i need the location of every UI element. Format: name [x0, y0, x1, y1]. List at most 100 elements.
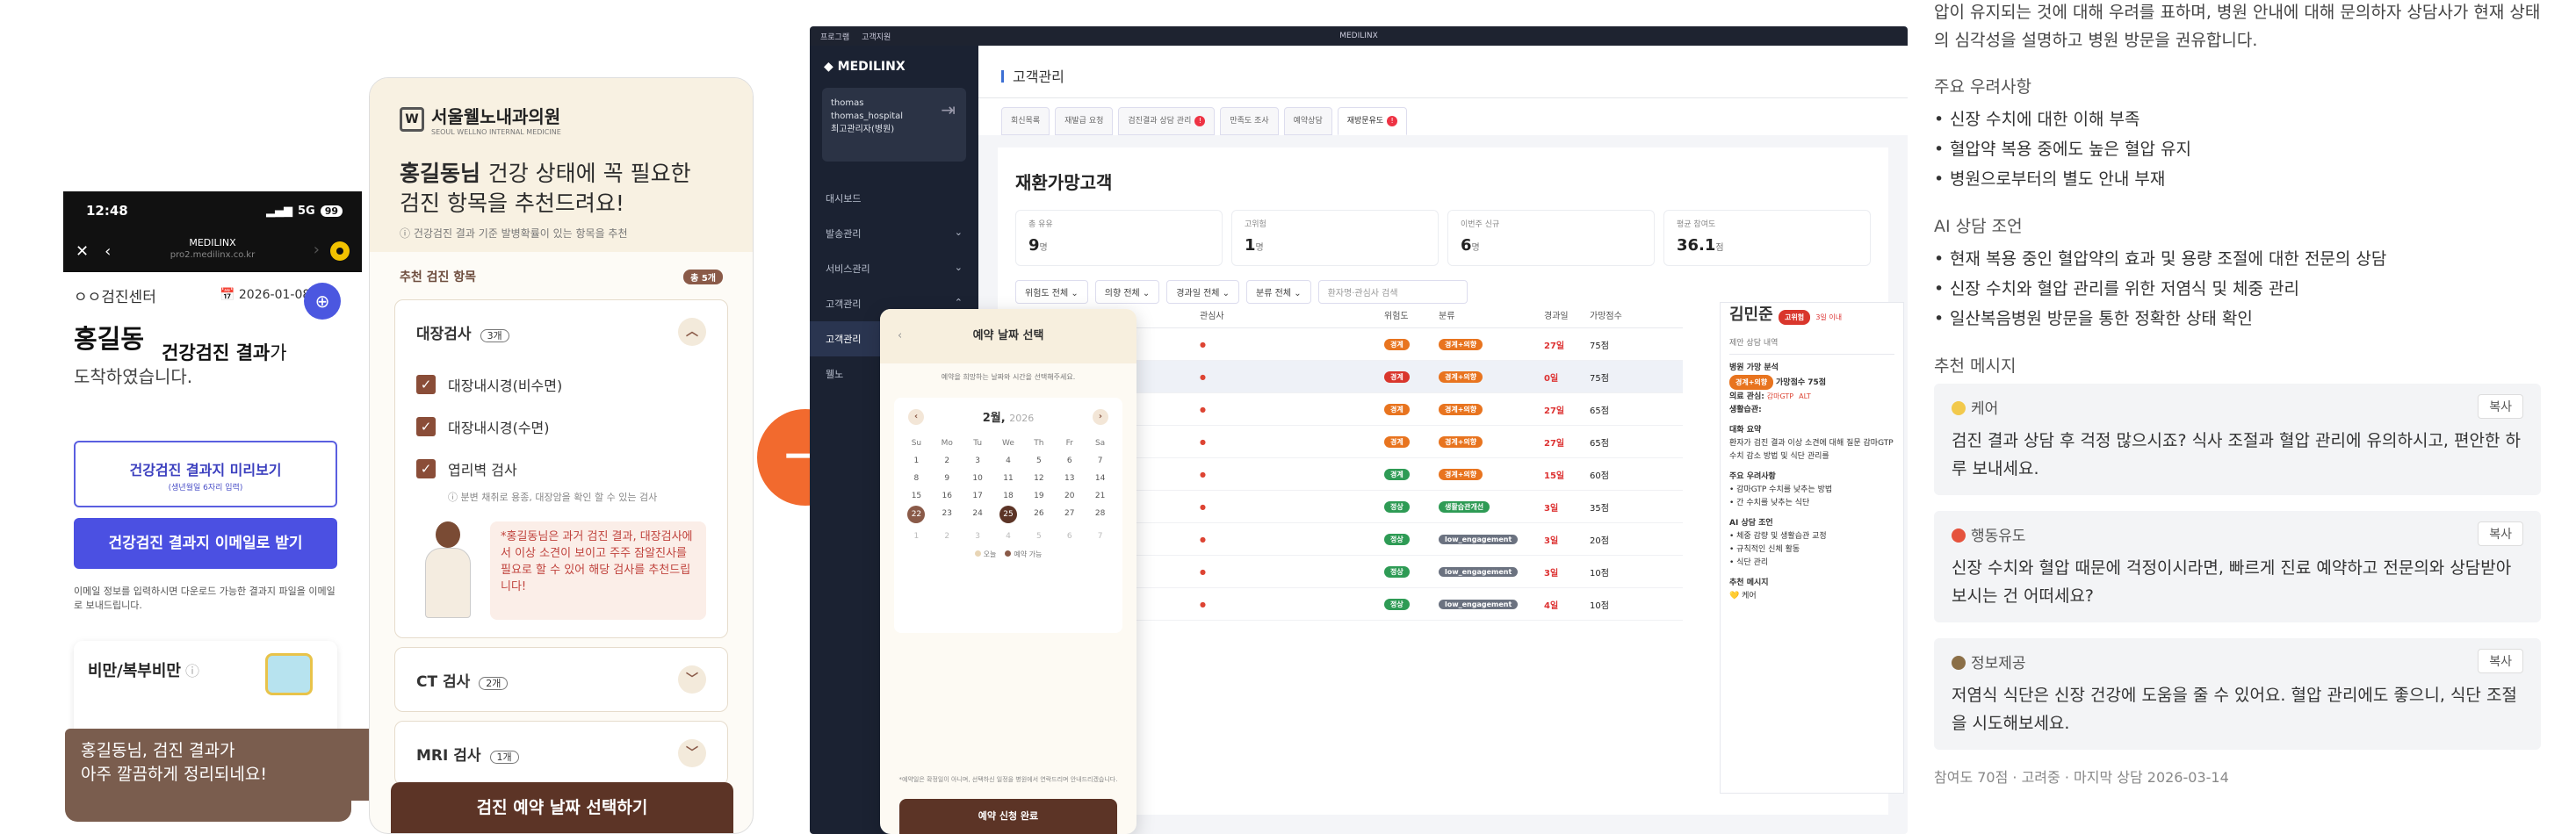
calendar-day[interactable]: 5	[1023, 532, 1054, 541]
calendar-day[interactable]: 26	[1023, 509, 1054, 523]
calendar-day[interactable]: 18	[993, 492, 1024, 500]
calendar-day[interactable]: 21	[1085, 492, 1115, 500]
select-date-button[interactable]: 검진 예약 날짜 선택하기	[391, 782, 733, 833]
messages-heading: 추천 메시지	[1934, 356, 2017, 376]
logout-icon[interactable]: ⇥	[941, 101, 956, 119]
tab-satisfaction[interactable]: 만족도 조사	[1220, 107, 1279, 135]
email-result-button[interactable]: 건강검진 결과지 이메일로 받기	[74, 518, 337, 569]
legend-avail-dot	[1005, 550, 1012, 557]
calendar-day[interactable]: 27	[1054, 509, 1085, 523]
next-month-icon[interactable]: ›	[1092, 408, 1108, 425]
copy-button[interactable]: 복사	[2478, 394, 2523, 419]
zoom-icon[interactable]: ⊕	[304, 283, 341, 320]
date-picker-modal: ‹ 예약 날짜 선택 예약을 희망하는 날짜와 시간을 선택해주세요. ‹ 2월…	[880, 309, 1136, 834]
calendar-day[interactable]: 28	[1085, 509, 1115, 523]
mri-exam-box[interactable]: MRI 검사 1개 ﹀	[394, 721, 728, 786]
calendar-day[interactable]: 24	[963, 509, 993, 523]
toast-line-2: 아주 깔끔하게 정리되네요!	[81, 765, 267, 784]
exam-checkbox-2[interactable]: ✓ 대장내시경(수면)	[395, 406, 727, 448]
calendar-dow: Fr	[1065, 439, 1073, 448]
calendar-day[interactable]: 22	[907, 506, 926, 523]
checkbox-checked-icon[interactable]: ✓	[416, 375, 436, 394]
exam-checkbox-1[interactable]: ✓ 대장내시경(비수면)	[395, 363, 727, 406]
class-filter-select[interactable]: 분류 전체 ⌄	[1246, 280, 1311, 304]
checkbox-checked-icon[interactable]: ✓	[416, 417, 436, 436]
ct-exam-header[interactable]: CT 검사 2개 ﹀	[395, 648, 727, 711]
chevron-down-icon[interactable]: ﹀	[678, 665, 706, 694]
copy-button[interactable]: 복사	[2478, 521, 2523, 546]
calendar-day[interactable]: 8	[901, 474, 932, 483]
calendar-day[interactable]: 17	[963, 492, 993, 500]
chevron-down-icon[interactable]: ﹀	[678, 739, 706, 767]
recommend-header: W 서울웰노내과의원 SEOUL WELLNO INTERNAL MEDICINE…	[370, 78, 753, 252]
calendar-day[interactable]: 2	[932, 532, 963, 541]
calendar-day[interactable]: 12	[1023, 474, 1054, 483]
cell-days: 15일	[1544, 471, 1565, 481]
calendar-day[interactable]: 6	[1054, 457, 1085, 465]
mri-exam-header[interactable]: MRI 검사 1개 ﹀	[395, 722, 727, 785]
hospital-logo-icon: W	[400, 107, 424, 132]
detail-tag: ALT	[1799, 392, 1811, 400]
ct-exam-box[interactable]: CT 검사 2개 ﹀	[394, 647, 728, 712]
sidebar-item-dashboard[interactable]: 대시보드	[810, 181, 978, 216]
tab-revisit[interactable]: 재방문유도!	[1337, 107, 1408, 135]
checkbox-checked-icon[interactable]: ✓	[416, 459, 436, 478]
back-icon[interactable]: ‹	[898, 309, 902, 363]
class-chip: 경계+의향	[1439, 435, 1483, 448]
detail-advice-text: 식단 관리	[1736, 558, 1769, 567]
forward-icon[interactable]: ›	[314, 241, 320, 259]
colon-exam-header[interactable]: 대장검사 3개 ︿	[395, 300, 727, 363]
calendar-day[interactable]: 23	[932, 509, 963, 523]
calendar-day[interactable]: 5	[1023, 457, 1054, 465]
sidebar-logo-text: MEDILINX	[837, 60, 906, 74]
calendar-day[interactable]: 10	[963, 474, 993, 483]
sidebar-item-send[interactable]: 발송관리 ⌄	[810, 216, 978, 251]
calendar-day[interactable]: 7	[1085, 457, 1115, 465]
calendar-day[interactable]: 13	[1054, 474, 1085, 483]
list-item: 신장 수치와 혈압 관리를 위한 저염식 및 체중 관리	[1934, 274, 2541, 304]
calendar-day[interactable]: 16	[932, 492, 963, 500]
menu-dot-icon[interactable]	[330, 241, 350, 261]
calendar-day[interactable]: 25	[999, 506, 1017, 523]
cell-class: 생활습관개선	[1439, 500, 1544, 513]
calendar-day[interactable]: 7	[1085, 532, 1115, 541]
copy-button[interactable]: 복사	[2478, 649, 2523, 673]
intent-filter-select[interactable]: 의향 전체 ⌄	[1094, 280, 1160, 304]
chevron-up-icon[interactable]: ︿	[678, 318, 706, 346]
calendar-day[interactable]: 1	[901, 532, 932, 541]
search-input[interactable]: 환자명·관심사 검색	[1317, 280, 1468, 304]
risk-filter-select[interactable]: 위험도 전체 ⌄	[1015, 280, 1088, 304]
exam-checkbox-3-label: 엽리벽 검사	[448, 462, 517, 478]
calendar-day[interactable]: 19	[1023, 492, 1054, 500]
doctor-advice-text: *홍길동님은 과거 검진 결과, 대장검사에서 이상 소견이 보이고 주주 잠알…	[490, 521, 706, 620]
calendar-day[interactable]: 20	[1054, 492, 1085, 500]
tab-reissue[interactable]: 재발급 요청	[1055, 107, 1114, 135]
calendar-day[interactable]: 4	[993, 532, 1024, 541]
sidebar-item-service[interactable]: 서비스관리 ⌄	[810, 251, 978, 286]
toast-line-1: 홍길동님, 검진 결과가	[81, 741, 235, 760]
preview-result-button[interactable]: 건강검진 결과지 미리보기 (생년월일 6자리 입력)	[74, 441, 337, 507]
calendar-day[interactable]: 1	[901, 457, 932, 465]
result-title: 건강검진 결과가	[162, 339, 287, 365]
calendar-day[interactable]: 15	[901, 492, 932, 500]
detail-tabs[interactable]: 제안 상담 내역	[1729, 337, 1894, 355]
calendar-day[interactable]: 3	[963, 532, 993, 541]
user-org: thomas_hospital	[831, 111, 904, 121]
exam-checkbox-3[interactable]: ✓ 엽리벽 검사	[395, 448, 727, 490]
detail-name-text: 김민준	[1729, 306, 1773, 324]
calendar-dow: Sa	[1094, 439, 1106, 448]
days-filter-select[interactable]: 경과일 전체 ⌄	[1166, 280, 1240, 304]
calendar-day[interactable]: 14	[1085, 474, 1115, 483]
submit-reservation-button[interactable]: 예약 신청 완료	[899, 799, 1117, 834]
info-icon[interactable]: ⓘ	[185, 663, 199, 679]
calendar-day[interactable]: 4	[993, 457, 1024, 465]
calendar-day[interactable]: 11	[993, 474, 1024, 483]
calendar-day[interactable]: 2	[932, 457, 963, 465]
tab-consult[interactable]: 검진결과 상담 관리!	[1118, 107, 1216, 135]
calendar-day[interactable]: 6	[1054, 532, 1085, 541]
calendar-day[interactable]: 9	[932, 474, 963, 483]
prev-month-icon[interactable]: ‹	[908, 408, 924, 425]
tab-reply[interactable]: 회신목록	[1001, 107, 1050, 135]
tab-reservation[interactable]: 예약상담	[1283, 107, 1332, 135]
calendar-day[interactable]: 3	[963, 457, 993, 465]
